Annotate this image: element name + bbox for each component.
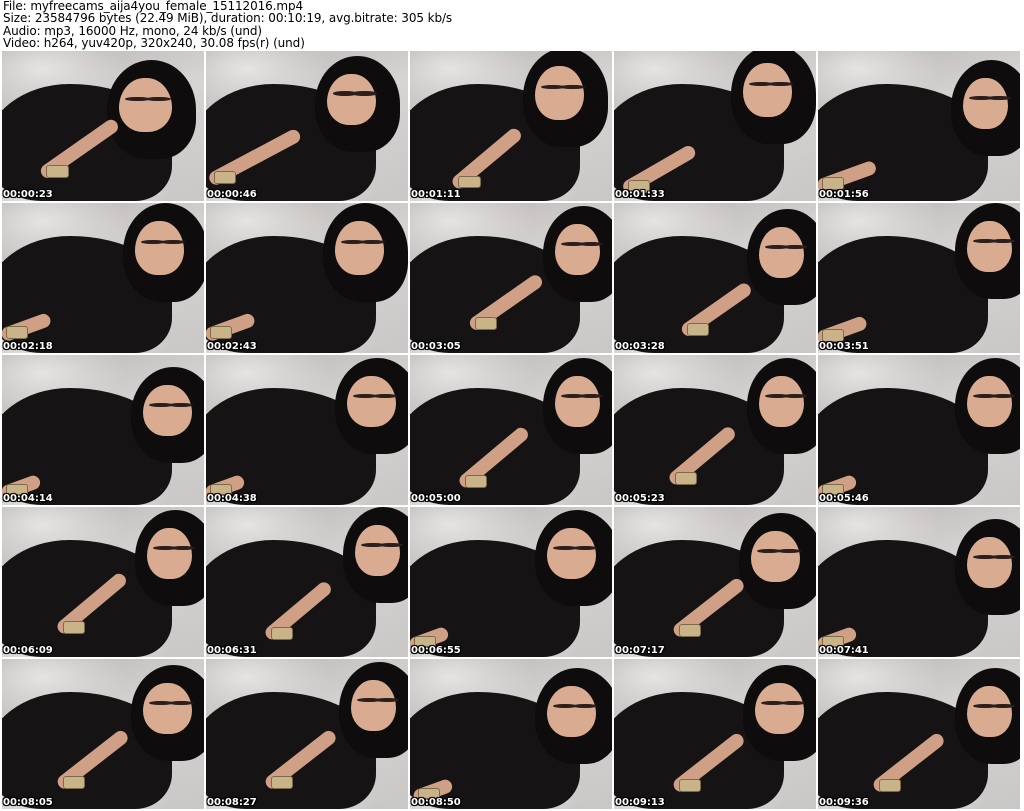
video-thumbnail: 00:09:36 [818,659,1020,809]
video-thumbnail: 00:04:14 [2,355,204,505]
file-info-header: File: myfreecams_aija4you_female_1511201… [3,0,1021,49]
video-thumbnail: 00:03:51 [818,203,1020,353]
thumbnail-bracelet [214,171,237,184]
thumbnail-timestamp: 00:02:43 [207,341,257,352]
thumbnail-timestamp: 00:07:41 [819,645,869,656]
thumbnail-bracelet [46,165,69,178]
thumbnail-timestamp: 00:05:00 [411,493,461,504]
video-thumbnail: 00:07:17 [614,507,816,657]
thumbnail-figure-face [963,78,1008,129]
thumbnail-figure-face [143,683,192,734]
thumbnail-timestamp: 00:06:55 [411,645,461,656]
video-thumbnail: 00:01:11 [410,51,612,201]
video-thumbnail: 00:00:23 [2,51,204,201]
thumbnail-timestamp: 00:04:38 [207,493,257,504]
video-thumbnail: 00:05:00 [410,355,612,505]
video-thumbnail: 00:06:09 [2,507,204,657]
thumbnail-timestamp: 00:06:31 [207,645,257,656]
video-thumbnail: 00:02:43 [206,203,408,353]
thumbnail-timestamp: 00:03:05 [411,341,461,352]
thumbnail-bracelet [270,627,293,640]
thumbnail-bracelet [878,779,901,792]
thumbnail-figure-face [335,221,384,275]
thumbnail-figure-eye [352,91,377,96]
thumbnail-figure-face [147,528,192,579]
thumbnail-timestamp: 00:01:11 [411,189,461,200]
thumbnail-figure-face [555,224,600,275]
thumbnail-timestamp: 00:06:09 [3,645,53,656]
thumbnail-timestamp: 00:01:33 [615,189,665,200]
thumbnail-figure-face [967,221,1012,272]
thumbnail-timestamp: 00:01:56 [819,189,869,200]
thumbnail-timestamp: 00:08:27 [207,797,257,808]
thumbnail-figure-face [347,376,396,427]
thumbnail-timestamp: 00:03:51 [819,341,869,352]
thumbnail-figure-face [355,525,400,576]
video-info-line: Video: h264, yuv420p, 320x240, 30.08 fps… [3,35,305,50]
video-thumbnail: 00:06:55 [410,507,612,657]
video-thumbnail: 00:05:46 [818,355,1020,505]
thumbnail-bracelet [210,326,233,339]
thumbnail-figure-face [967,686,1012,737]
video-thumbnail: 00:05:23 [614,355,816,505]
video-thumbnail: 00:07:41 [818,507,1020,657]
thumbnail-bracelet [464,475,487,488]
thumbnail-timestamp: 00:02:18 [3,341,53,352]
thumbnail-bracelet [270,776,293,789]
thumbnail-timestamp: 00:05:23 [615,493,665,504]
thumbnail-figure-face [967,376,1012,427]
thumbnail-figure-face [143,385,192,436]
thumbnail-timestamp: 00:08:05 [3,797,53,808]
thumbnail-bracelet [62,621,85,634]
thumbnail-figure-face [547,528,596,579]
thumbnail-figure-face [547,686,596,737]
thumbnail-bracelet [458,175,481,188]
thumbnail-bracelet [822,177,845,190]
thumbnail-timestamp: 00:05:46 [819,493,869,504]
video-thumbnail: 00:03:05 [410,203,612,353]
thumbnail-figure-face [759,227,804,278]
thumbnail-figure-face [751,531,800,582]
thumbnail-figure-face [119,78,172,132]
video-thumbnail: 00:08:05 [2,659,204,809]
thumbnail-figure-face [967,537,1012,588]
video-thumbnail: 00:02:18 [2,203,204,353]
thumbnail-grid: 00:00:23 00:00:46 00:01:11 00:01:33 00:01:56… [2,51,1020,809]
video-thumbnail: 00:01:33 [614,51,816,201]
thumbnail-bracelet [678,624,701,637]
video-thumbnail: 00:00:46 [206,51,408,201]
thumbnail-bracelet [6,326,29,339]
thumbnail-timestamp: 00:09:36 [819,797,869,808]
thumbnail-timestamp: 00:04:14 [3,493,53,504]
video-thumbnail: 00:03:28 [614,203,816,353]
thumbnail-timestamp: 00:00:46 [207,189,257,200]
thumbnail-timestamp: 00:03:28 [615,341,665,352]
thumbnail-figure-face [351,680,396,731]
thumbnail-bracelet [678,779,701,792]
thumbnail-figure-face [327,73,376,125]
thumbnail-timestamp: 00:09:13 [615,797,665,808]
video-thumbnail: 00:04:38 [206,355,408,505]
thumbnail-timestamp: 00:07:17 [615,645,665,656]
video-thumbnail: 00:01:56 [818,51,1020,201]
video-thumbnail: 00:06:31 [206,507,408,657]
thumbnail-timestamp: 00:00:23 [3,189,53,200]
thumbnail-bracelet [474,317,497,330]
file-size-line: Size: 23584796 bytes (22.49 MiB), durati… [3,11,453,26]
thumbnail-bracelet [674,472,697,485]
thumbnail-figure-face [135,221,184,275]
thumbnail-figure-face [743,63,792,117]
video-thumbnail: 00:08:27 [206,659,408,809]
thumbnail-bracelet [822,329,845,342]
thumbnail-bracelet [62,776,85,789]
thumbnail-figure-face [555,376,600,427]
thumbnail-figure-face [755,683,804,734]
video-thumbnail: 00:09:13 [614,659,816,809]
thumbnail-figure-face [535,66,584,120]
thumbnail-bracelet [686,323,709,336]
thumbnail-figure-face [759,376,804,427]
video-thumbnail: 00:08:50 [410,659,612,809]
thumbnail-timestamp: 00:08:50 [411,797,461,808]
